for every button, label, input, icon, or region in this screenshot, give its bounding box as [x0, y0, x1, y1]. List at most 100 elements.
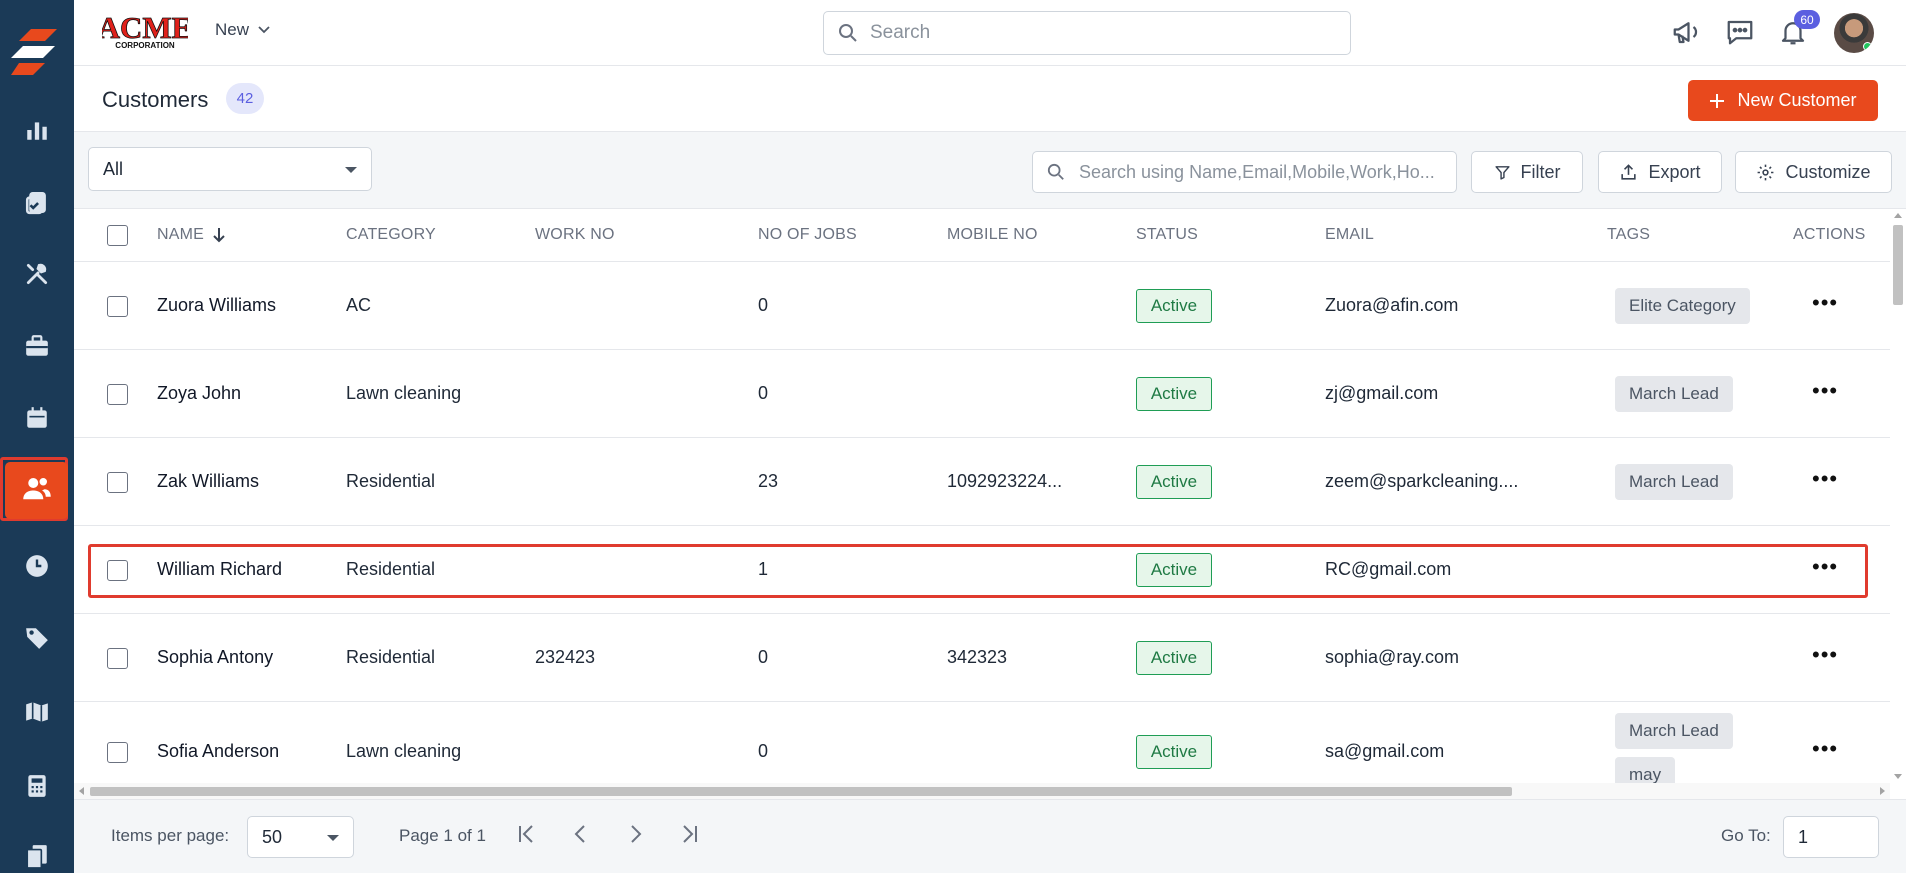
online-status-dot: [1863, 42, 1872, 51]
vertical-scrollbar[interactable]: [1890, 209, 1906, 783]
megaphone-icon[interactable]: [1671, 17, 1701, 52]
sidebar-item-estimates[interactable]: [0, 756, 74, 816]
customer-name[interactable]: Sophia Antony: [157, 647, 273, 668]
more-actions-icon[interactable]: •••: [1812, 380, 1838, 402]
row-checkbox[interactable]: [107, 560, 128, 581]
page-header: Customers 42 New Customer: [74, 66, 1906, 132]
customer-jobs: 1: [758, 559, 769, 579]
column-header-work-no[interactable]: WORK NO: [535, 226, 615, 244]
filter-button[interactable]: Filter: [1471, 151, 1583, 193]
row-checkbox[interactable]: [107, 648, 128, 669]
customer-category: Lawn cleaning: [346, 383, 462, 403]
search-icon: [1047, 163, 1064, 180]
avatar[interactable]: [1834, 13, 1874, 53]
column-header-name[interactable]: NAME: [157, 226, 226, 244]
sidebar-item-work[interactable]: [0, 316, 74, 376]
customize-button[interactable]: Customize: [1735, 151, 1892, 193]
previous-page-button[interactable]: [569, 822, 593, 851]
customer-name[interactable]: Zak Williams: [157, 471, 259, 492]
customer-name[interactable]: Sofia Anderson: [157, 741, 279, 762]
caret-down-icon: [327, 835, 339, 841]
sidebar-item-schedule[interactable]: [0, 388, 74, 448]
table-row[interactable]: Sofia Anderson Lawn cleaning 0 Active sa…: [74, 702, 1906, 791]
more-actions-icon[interactable]: •••: [1812, 556, 1838, 578]
calendar-icon: [27, 407, 47, 428]
customer-name[interactable]: William Richard: [157, 559, 282, 580]
table-row[interactable]: Zoya John Lawn cleaning 0 Active zj@gmai…: [74, 350, 1906, 438]
horizontal-scroll-thumb[interactable]: [90, 787, 1512, 796]
vertical-scroll-thumb[interactable]: [1893, 225, 1903, 305]
customers-table: NAME CATEGORY WORK NO NO OF JOBS MOBILE …: [74, 209, 1906, 791]
column-header-no-of-jobs[interactable]: NO OF JOBS: [758, 226, 857, 244]
column-header-status[interactable]: STATUS: [1136, 226, 1198, 244]
export-icon: [1621, 163, 1637, 180]
customer-category: Residential: [346, 647, 436, 667]
sidebar-item-tools[interactable]: [0, 244, 74, 304]
table-toolbar: All Filter Export Customize: [74, 132, 1906, 209]
new-customer-button[interactable]: New Customer: [1688, 80, 1878, 121]
documents-icon: [26, 845, 47, 869]
caret-down-icon: [345, 167, 357, 173]
chat-icon[interactable]: [1725, 17, 1755, 52]
horizontal-scrollbar[interactable]: [74, 783, 1890, 799]
global-search-input[interactable]: [870, 22, 1310, 44]
page-info: Page 1 of 1: [399, 826, 486, 845]
row-checkbox[interactable]: [107, 296, 128, 317]
plus-icon: [1710, 93, 1725, 108]
customer-email: zeem@sparkcleaning....: [1325, 471, 1519, 491]
column-header-category[interactable]: CATEGORY: [346, 226, 436, 244]
items-per-page-select[interactable]: 50: [247, 816, 354, 858]
first-page-button[interactable]: [515, 822, 539, 851]
last-page-button[interactable]: [677, 822, 701, 851]
customer-jobs: 0: [758, 295, 769, 315]
scroll-down-arrow-icon: [1894, 774, 1902, 779]
sidebar-item-pricing[interactable]: [0, 608, 74, 668]
customer-category: Residential: [346, 559, 436, 579]
next-page-button[interactable]: [623, 822, 647, 851]
customer-email: sophia@ray.com: [1325, 647, 1459, 667]
goto-label: Go To:: [1721, 826, 1771, 845]
more-actions-icon[interactable]: •••: [1812, 468, 1838, 490]
table-search-box[interactable]: [1032, 151, 1457, 193]
customer-work-no: 232423: [535, 647, 596, 667]
sidebar-item-customers[interactable]: [0, 457, 74, 521]
new-menu-button[interactable]: New: [215, 20, 270, 40]
row-checkbox[interactable]: [107, 472, 128, 493]
row-checkbox[interactable]: [107, 384, 128, 405]
column-header-tags[interactable]: TAGS: [1607, 226, 1650, 244]
tag-chip: March Lead: [1615, 464, 1733, 500]
customer-name[interactable]: Zuora Williams: [157, 295, 276, 316]
tag-chip: March Lead: [1615, 376, 1733, 412]
status-badge: Active: [1136, 465, 1212, 499]
column-header-mobile-no[interactable]: MOBILE NO: [947, 226, 1038, 244]
sidebar-item-map[interactable]: [0, 682, 74, 742]
sidebar-item-jobs[interactable]: [0, 172, 74, 232]
view-select[interactable]: All: [88, 147, 372, 191]
export-button[interactable]: Export: [1598, 151, 1722, 193]
customer-jobs: 0: [758, 741, 769, 761]
new-customer-label: New Customer: [1737, 90, 1857, 110]
table-search-input[interactable]: [1079, 161, 1449, 183]
customer-name[interactable]: Zoya John: [157, 383, 241, 404]
table-row[interactable]: Zak Williams Residential 23 1092923224..…: [74, 438, 1906, 526]
sidebar-item-timesheet[interactable]: [0, 536, 74, 596]
goto-page-input[interactable]: [1783, 816, 1879, 858]
table-row-highlighted[interactable]: William Richard Residential 1 Active RC@…: [74, 526, 1906, 614]
more-actions-icon[interactable]: •••: [1812, 738, 1838, 760]
acme-logo[interactable]: ACME CORPORATION: [97, 10, 193, 55]
select-all-checkbox[interactable]: [107, 225, 128, 246]
chevron-right-icon: [631, 825, 642, 843]
more-actions-icon[interactable]: •••: [1812, 644, 1838, 666]
app-logo-icon[interactable]: [0, 0, 74, 102]
table-row[interactable]: Zuora Williams AC 0 Active Zuora@afin.co…: [74, 262, 1906, 350]
sidebar-item-documents[interactable]: [0, 826, 74, 873]
customer-email: zj@gmail.com: [1325, 383, 1439, 403]
top-bar: ACME CORPORATION New 60: [74, 0, 1906, 66]
scroll-left-arrow-icon: [79, 787, 84, 795]
row-checkbox[interactable]: [107, 742, 128, 763]
sidebar-item-reports[interactable]: [0, 100, 74, 160]
more-actions-icon[interactable]: •••: [1812, 292, 1838, 314]
column-header-email[interactable]: EMAIL: [1325, 226, 1374, 244]
global-search-box[interactable]: [823, 11, 1351, 55]
table-row[interactable]: Sophia Antony Residential 232423 0 34232…: [74, 614, 1906, 702]
